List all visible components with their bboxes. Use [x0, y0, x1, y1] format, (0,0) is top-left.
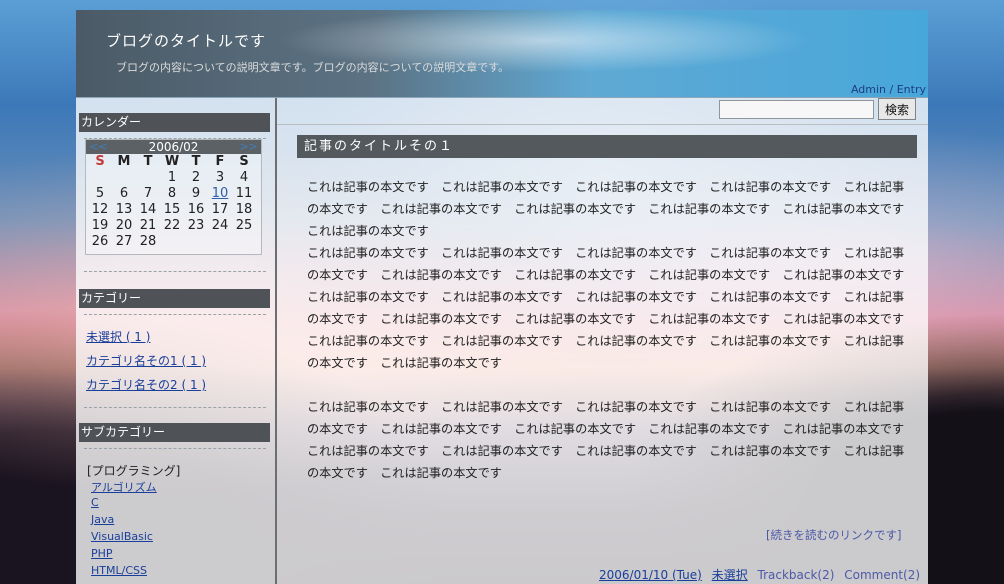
entry-paragraph: これは記事の本文です これは記事の本文です これは記事の本文です これは記事の本… [307, 400, 917, 480]
calendar-day: 27 [115, 234, 133, 249]
calendar-day: 11 [235, 186, 253, 201]
calendar-day: 28 [139, 234, 157, 249]
calendar-empty-cell [88, 170, 112, 186]
admin-link[interactable]: Admin [851, 83, 886, 96]
calendar-heading: カレンダー [79, 113, 270, 132]
calendar-day: 21 [139, 218, 157, 233]
entry-body: これは記事の本文です これは記事の本文です これは記事の本文です これは記事の本… [307, 176, 917, 484]
entry-category-link[interactable]: 未選択 [712, 568, 748, 582]
calendar-day: 12 [91, 202, 109, 217]
subcategory-link[interactable]: PHP [91, 547, 113, 560]
search-input[interactable] [719, 100, 874, 119]
subcategory-link[interactable]: VisualBasic [91, 530, 153, 543]
calendar-empty-cell [136, 170, 160, 186]
calendar-day: 26 [91, 234, 109, 249]
subcategory-group-label: [プログラミング] [87, 464, 181, 478]
calendar-day: 23 [187, 218, 205, 233]
admin-separator: / [889, 83, 894, 96]
calendar-weekday: T [143, 154, 153, 169]
subcategory-heading: サブカテゴリー [79, 423, 270, 442]
entry-footer: 2006/01/10 (Tue) 未選択 Trackback(2) Commen… [599, 566, 920, 583]
entry-link[interactable]: Entry [897, 83, 926, 96]
site-description: ブログの内容についての説明文章です。ブログの内容についての説明文章です。 [116, 61, 510, 74]
calendar-day: 9 [191, 186, 201, 201]
category-link[interactable]: 未選択 ( 1 ) [86, 328, 150, 345]
calendar-day: 14 [139, 202, 157, 217]
calendar-day: 4 [239, 170, 249, 185]
entry-date-link[interactable]: 2006/01/10 (Tue) [599, 568, 702, 582]
entry-paragraph: これは記事の本文です これは記事の本文です これは記事の本文です これは記事の本… [307, 180, 917, 238]
calendar-day: 8 [167, 186, 177, 201]
subcategory-link[interactable]: アルゴリズム [91, 479, 157, 495]
calendar-day: 16 [187, 202, 205, 217]
calendar-day: 2 [191, 170, 201, 185]
calendar-day: 22 [163, 218, 181, 233]
subcategory-link[interactable]: C [91, 496, 99, 509]
calendar-weekday: M [117, 154, 131, 169]
entry-title[interactable]: 記事のタイトルその１ [297, 135, 917, 158]
comment-link[interactable]: Comment(2) [844, 568, 920, 582]
calendar-weekday: W [164, 154, 180, 169]
calendar-day: 15 [163, 202, 181, 217]
category-heading: カテゴリー [79, 289, 270, 308]
calendar-day: 18 [235, 202, 253, 217]
site-title[interactable]: ブログのタイトルです [106, 30, 266, 51]
calendar-day: 20 [115, 218, 133, 233]
divider [84, 271, 266, 272]
calendar-header: 2006/02 << >> [86, 140, 261, 154]
calendar-day: 25 [235, 218, 253, 233]
trackback-link[interactable]: Trackback(2) [758, 568, 835, 582]
calendar-empty-cell [112, 170, 136, 186]
calendar-day: 13 [115, 202, 133, 217]
category-link[interactable]: カテゴリ名その1 ( 1 ) [86, 352, 206, 369]
subcategory-link[interactable]: Java [91, 513, 114, 526]
content-divider [277, 124, 928, 125]
calendar-weekday: T [191, 154, 201, 169]
search-button[interactable]: 検索 [878, 98, 916, 120]
calendar-weekday: S [239, 154, 249, 169]
divider [84, 448, 266, 449]
calendar-weekday: F [215, 154, 225, 169]
calendar-month: 2006/02 [148, 140, 199, 154]
calendar-widget: 2006/02 << >> S M T W T F S 1 2 3 4 5 6 7 8 9 10 11 12 13 14… [85, 139, 262, 255]
calendar-day: 19 [91, 218, 109, 233]
calendar-day: 24 [211, 218, 229, 233]
calendar-day: 1 [167, 170, 177, 185]
blog-header: ブログのタイトルです ブログの内容についての説明文章です。ブログの内容についての… [76, 10, 928, 98]
calendar-empty-cell [160, 234, 184, 250]
calendar-empty-cell [184, 234, 208, 250]
calendar-day: 6 [119, 186, 129, 201]
calendar-grid: S M T W T F S 1 2 3 4 5 6 7 8 9 10 11 12 13 14 15 16 17 18 19 20 21… [86, 154, 261, 250]
calendar-day: 3 [215, 170, 225, 185]
category-link[interactable]: カテゴリ名その2 ( 1 ) [86, 376, 206, 393]
blog-page: ブログのタイトルです ブログの内容についての説明文章です。ブログの内容についての… [76, 10, 928, 584]
read-more-link[interactable]: [続きを読むのリンクです] [766, 527, 901, 543]
calendar-day[interactable]: 10 [208, 186, 232, 202]
calendar-empty-cell [232, 234, 256, 250]
divider [84, 407, 266, 408]
admin-links: Admin / Entry [851, 83, 926, 96]
calendar-weekday: S [95, 154, 105, 169]
divider [84, 314, 266, 315]
calendar-day: 5 [95, 186, 105, 201]
calendar-day: 7 [143, 186, 153, 201]
calendar-next-link[interactable]: >> [240, 140, 258, 154]
calendar-empty-cell [208, 234, 232, 250]
calendar-day: 17 [211, 202, 229, 217]
entry-paragraph: これは記事の本文です これは記事の本文です これは記事の本文です これは記事の本… [307, 246, 905, 282]
subcategory-link[interactable]: HTML/CSS [91, 564, 147, 577]
calendar-prev-link[interactable]: << [89, 140, 107, 154]
entry-paragraph: これは記事の本文です これは記事の本文です これは記事の本文です これは記事の本… [307, 290, 917, 370]
